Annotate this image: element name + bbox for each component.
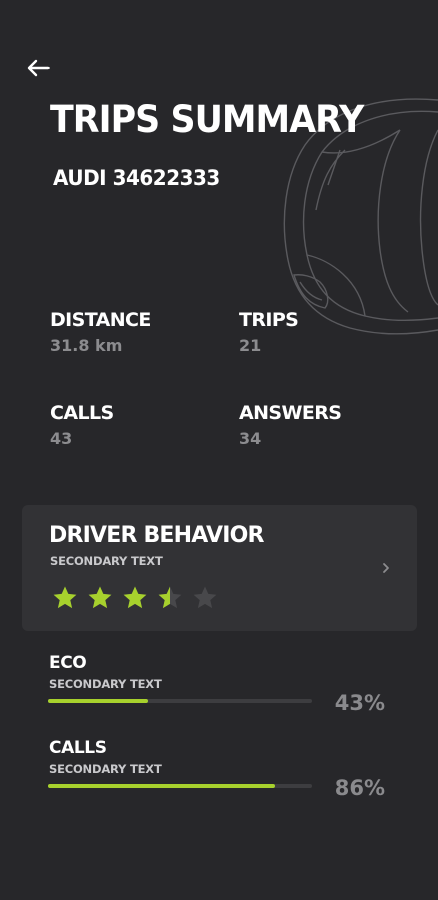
page-title: TRIPS SUMMARY [50, 98, 364, 141]
metric-eco-label: ECO [49, 653, 87, 673]
star-full-icon [123, 586, 147, 609]
vehicle-name: AUDI 34622333 [53, 166, 220, 190]
calls-progress-track [48, 784, 312, 788]
chevron-right-icon [383, 563, 389, 573]
back-button[interactable] [24, 56, 52, 80]
driver-behavior-card[interactable]: DRIVER BEHAVIOR SECONDARY TEXT [22, 505, 417, 631]
star-half-icon [158, 586, 182, 609]
calls-progress-fill [48, 784, 276, 788]
stat-calls-label: CALLS [50, 402, 114, 424]
stat-calls: CALLS 43 [50, 401, 114, 449]
stat-answers: ANSWERS 34 [239, 401, 342, 449]
eco-progress-track [48, 699, 312, 703]
arrow-left-icon [27, 59, 50, 77]
driver-behavior-secondary-text: SECONDARY TEXT [50, 554, 163, 568]
metric-eco-secondary-text: SECONDARY TEXT [49, 677, 162, 691]
stat-answers-value: 34 [239, 429, 262, 448]
metric-calls-percent: 86% [334, 776, 385, 800]
metric-calls-label: CALLS [49, 738, 107, 758]
stat-distance-value: 31.8 km [50, 336, 123, 355]
eco-progress-fill [48, 699, 149, 703]
star-full-icon [53, 586, 77, 609]
stat-distance: DISTANCE 31.8 km [50, 308, 151, 356]
metric-eco: ECO SECONDARY TEXT 43% [48, 653, 393, 733]
stat-trips-label: TRIPS [239, 309, 299, 331]
metric-calls-secondary-text: SECONDARY TEXT [49, 762, 162, 776]
metric-calls: CALLS SECONDARY TEXT 86% [48, 738, 393, 818]
driver-behavior-title: DRIVER BEHAVIOR [49, 523, 264, 548]
metric-eco-percent: 43% [334, 691, 385, 715]
star-rating [52, 585, 227, 613]
stat-trips: TRIPS 21 [239, 308, 299, 356]
stat-trips-value: 21 [239, 336, 262, 355]
star-full-icon [88, 586, 112, 609]
stat-answers-label: ANSWERS [239, 402, 342, 424]
stat-calls-value: 43 [50, 429, 73, 448]
stat-distance-label: DISTANCE [50, 309, 151, 331]
star-empty-icon [193, 586, 217, 609]
